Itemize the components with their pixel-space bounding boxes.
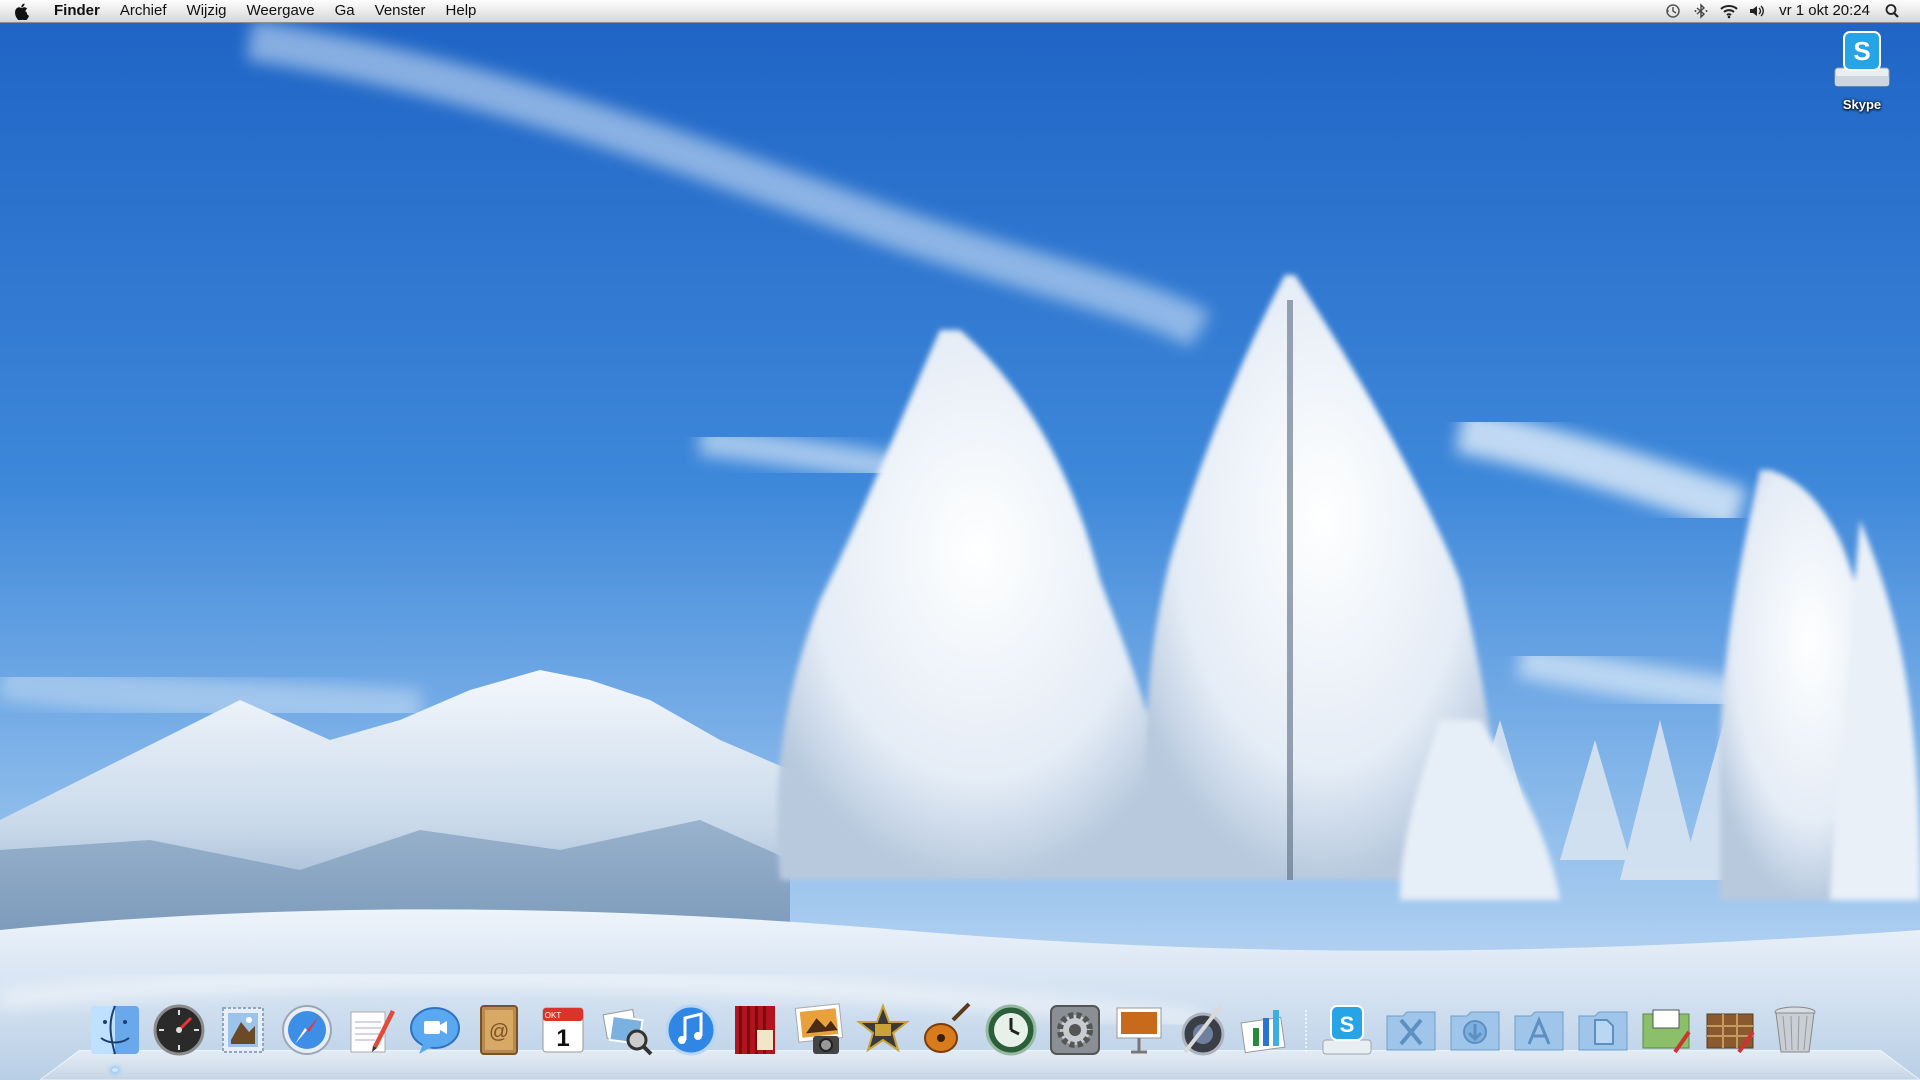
dock-time-machine[interactable] [982, 1000, 1040, 1060]
svg-text:S: S [1340, 1012, 1355, 1037]
applications-folder-icon [1514, 1011, 1564, 1051]
system-preferences-gear-icon [1050, 1005, 1100, 1055]
dock-numbers[interactable] [1238, 1000, 1296, 1060]
apple-menu-icon[interactable] [0, 0, 44, 22]
finder-icon [91, 1005, 139, 1055]
desktop-icon-skype[interactable]: S Skype [1820, 28, 1904, 112]
menu-bar: Finder Archief Wijzig Weergave Ga Venste… [0, 0, 1920, 23]
dock-garageband[interactable] [918, 1000, 976, 1060]
dock: @ OKT 1 S [86, 996, 1830, 1072]
dock-safari[interactable] [278, 1000, 336, 1060]
svg-text:@: @ [489, 1021, 509, 1043]
bluetooth-icon[interactable] [1687, 0, 1715, 22]
dock-preview[interactable] [598, 1000, 656, 1060]
ical-calendar-icon: OKT 1 [542, 1007, 584, 1053]
dock-dashboard[interactable] [150, 1000, 208, 1060]
downloads-folder-icon [1450, 1011, 1500, 1051]
ical-day: 1 [556, 1025, 569, 1052]
menu-wijzig[interactable]: Wijzig [177, 0, 237, 22]
dock-stack-presentation[interactable] [1638, 1000, 1696, 1060]
imovie-star-icon [856, 1003, 910, 1053]
dock-iphoto[interactable] [790, 1000, 848, 1060]
dashboard-icon [153, 1004, 205, 1056]
dock-itunes[interactable] [662, 1000, 720, 1060]
menu-weergave[interactable]: Weergave [237, 0, 325, 22]
dock-finder[interactable] [86, 1000, 144, 1072]
dock-mail[interactable] [214, 1000, 272, 1060]
dock-stack-applications[interactable] [1510, 1000, 1568, 1060]
keynote-podium-icon [1116, 1007, 1162, 1054]
dock-address-book[interactable]: @ [470, 1000, 528, 1060]
ical-month: OKT [545, 1011, 562, 1020]
dock-ical[interactable]: OKT 1 [534, 1000, 592, 1060]
documents-folder-icon [1578, 1011, 1628, 1051]
dock-stack-documents[interactable] [1574, 1000, 1632, 1060]
dock-trash[interactable] [1766, 1000, 1824, 1060]
itunes-note-icon [665, 1004, 717, 1056]
dock-front-row[interactable] [726, 1000, 784, 1060]
utilities-folder-icon [1386, 1011, 1436, 1051]
spotlight-icon[interactable] [1878, 0, 1906, 22]
menu-help[interactable]: Help [436, 0, 487, 22]
numbers-chart-icon [1240, 1010, 1286, 1054]
time-machine-clock-icon [985, 1004, 1037, 1056]
desktop-icon-label: Skype [1842, 97, 1882, 112]
svg-text:S: S [1853, 36, 1870, 66]
dock-ichat[interactable] [406, 1000, 464, 1060]
mail-stamp-icon [222, 1007, 264, 1053]
time-machine-icon[interactable] [1659, 0, 1687, 22]
address-book-icon: @ [480, 1005, 518, 1055]
menu-clock[interactable]: vr 1 okt 20:24 [1771, 0, 1878, 22]
preview-photos-icon [602, 1008, 653, 1056]
dock-imovie[interactable] [854, 1000, 912, 1060]
photo-stack-icon [1706, 1013, 1755, 1054]
menu-venster[interactable]: Venster [365, 0, 436, 22]
desktop-wallpaper [0, 0, 1920, 1080]
skype-icon: S [1322, 1005, 1372, 1055]
front-row-icon [735, 1006, 775, 1054]
dock-separator [1302, 1004, 1310, 1060]
dock-stack-utilities[interactable] [1382, 1000, 1440, 1060]
wifi-icon[interactable] [1715, 0, 1743, 22]
app-menu-finder[interactable]: Finder [44, 0, 110, 22]
dock-keynote[interactable] [1110, 1000, 1168, 1060]
garageband-guitar-icon [924, 1002, 971, 1053]
presentation-stack-icon [1642, 1009, 1691, 1054]
textedit-pencil-icon [350, 1010, 395, 1053]
dock-textedit[interactable] [342, 1000, 400, 1060]
dock-stack-photos[interactable] [1702, 1000, 1760, 1060]
dock-skype[interactable]: S [1318, 1000, 1376, 1060]
dock-aperture[interactable] [1174, 1000, 1232, 1060]
ichat-bubble-icon [410, 1007, 460, 1054]
aperture-icon [1181, 1004, 1225, 1056]
menu-archief[interactable]: Archief [110, 0, 177, 22]
menu-ga[interactable]: Ga [325, 0, 365, 22]
safari-compass-icon [282, 1005, 332, 1055]
dock-system-preferences[interactable] [1046, 1000, 1104, 1060]
dock-stack-downloads[interactable] [1446, 1000, 1504, 1060]
running-indicator [112, 1068, 118, 1072]
iphoto-icon [794, 1003, 844, 1054]
trash-icon [1774, 1006, 1816, 1053]
volume-icon[interactable] [1743, 0, 1771, 22]
skype-drive-icon: S [1834, 31, 1890, 87]
